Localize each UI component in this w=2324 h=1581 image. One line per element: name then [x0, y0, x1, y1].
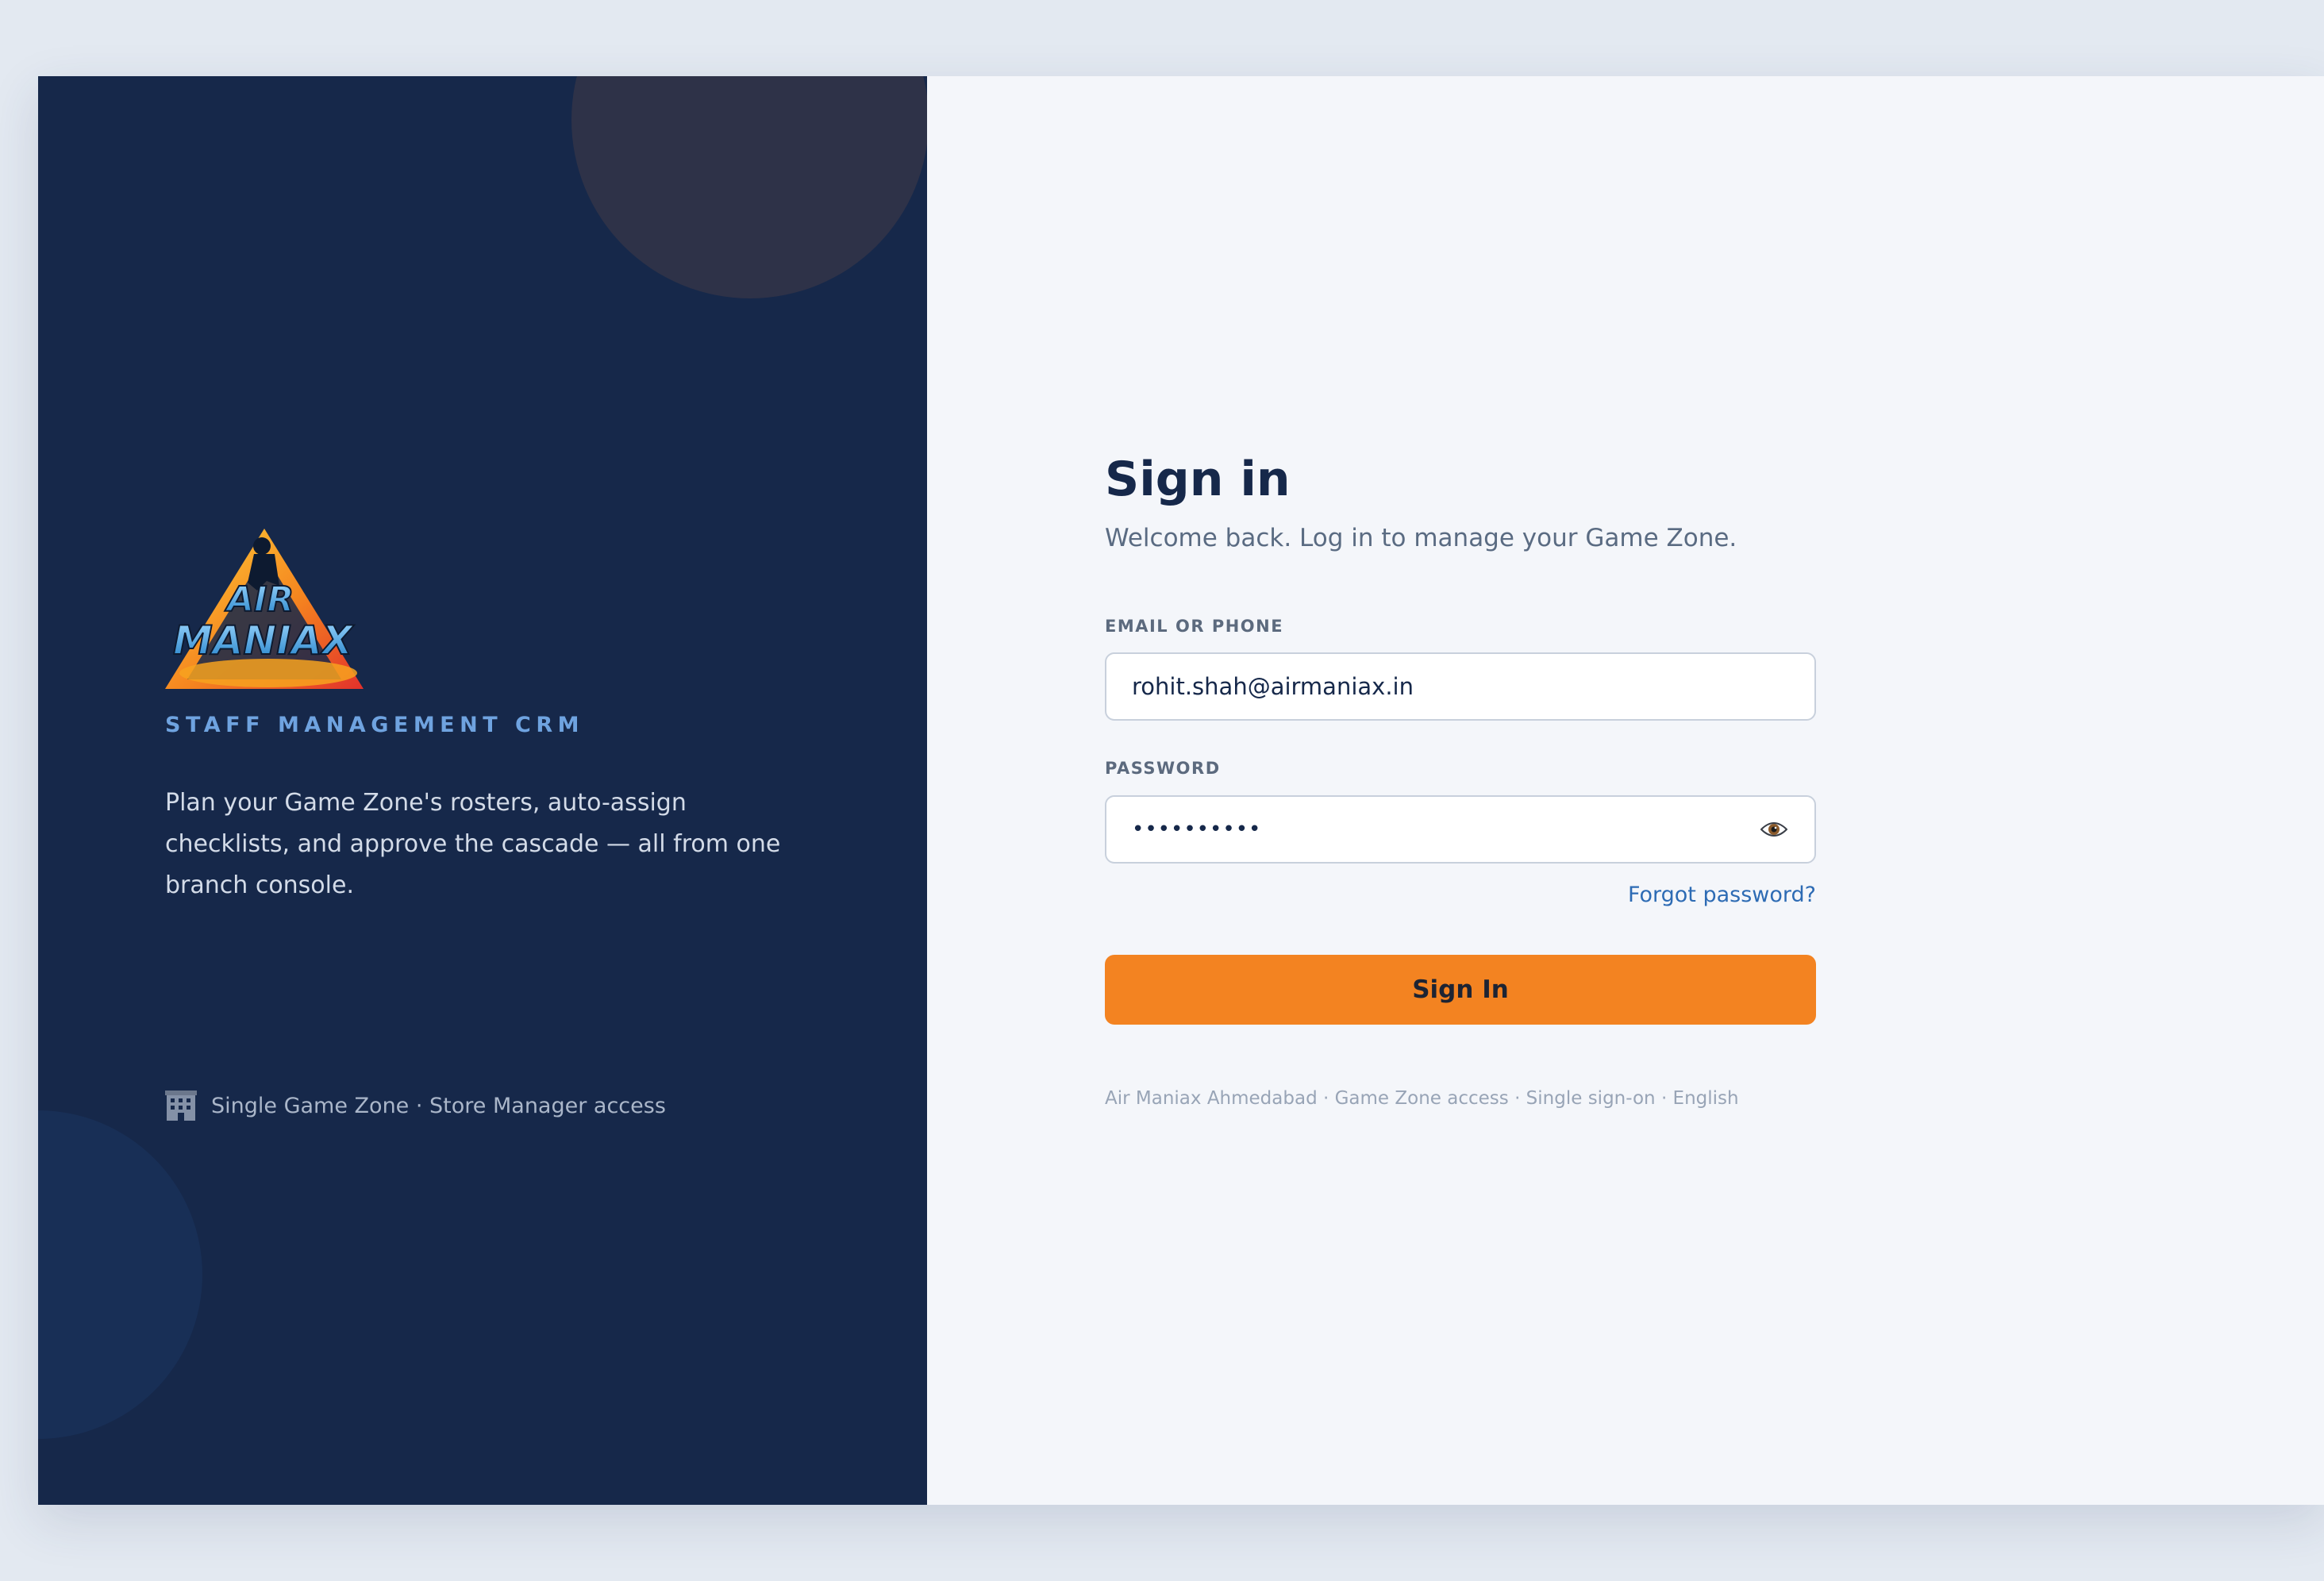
air-maniax-logo: AIR MANIAX: [165, 529, 364, 689]
svg-text:AIR: AIR: [225, 579, 294, 620]
brand-panel: AIR MANIAX STAFF MANAGEMENT CRM Plan you…: [38, 76, 927, 1505]
password-field[interactable]: ••••••••••: [1105, 794, 1816, 864]
eye-icon[interactable]: [1760, 820, 1787, 839]
footer-note: Air Maniax Ahmedabad · Game Zone access …: [1105, 1087, 1739, 1109]
decorative-circle-top: [571, 76, 927, 298]
page-title: Sign in: [1105, 452, 1291, 507]
email-label: EMAIL OR PHONE: [1105, 617, 1284, 637]
signin-form: Sign in Welcome back. Log in to manage y…: [1105, 449, 1816, 1110]
page-subtitle: Welcome back. Log in to manage your Game…: [1105, 524, 1737, 552]
email-field-box: [1105, 652, 1816, 721]
building-icon: [165, 1091, 197, 1121]
svg-text:MANIAX: MANIAX: [173, 617, 355, 664]
decorative-circle-bottom: [38, 1110, 202, 1439]
email-field[interactable]: [1132, 673, 1789, 701]
forgot-row: Forgot password?: [1105, 883, 1816, 907]
login-window: AIR MANIAX STAFF MANAGEMENT CRM Plan you…: [38, 76, 2324, 1505]
access-note-text: Single Game Zone · Store Manager access: [211, 1093, 666, 1118]
brand-block: AIR MANIAX STAFF MANAGEMENT CRM Plan you…: [165, 522, 816, 906]
brand-tagline: STAFF MANAGEMENT CRM: [165, 713, 585, 737]
brand-description: Plan your Game Zone's rosters, auto-assi…: [165, 789, 781, 900]
access-note: Single Game Zone · Store Manager access: [165, 1091, 666, 1121]
forgot-password-link[interactable]: Forgot password?: [1628, 883, 1816, 907]
signin-panel: Sign in Welcome back. Log in to manage y…: [927, 76, 2324, 1505]
password-value: ••••••••••: [1132, 817, 1262, 841]
sign-in-button[interactable]: Sign In: [1105, 954, 1816, 1025]
password-label: PASSWORD: [1105, 759, 1221, 779]
